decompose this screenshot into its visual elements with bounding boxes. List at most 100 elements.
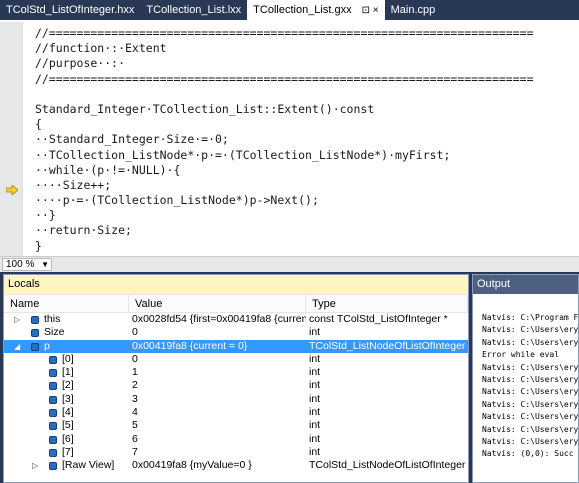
code-line: ··Standard_Integer·Size·=·0; (35, 132, 229, 147)
code-line: ····p·=·(TCollection_ListNode*)p->Next()… (35, 193, 319, 208)
tab-label: Main.cpp (390, 4, 436, 16)
output-line: Natvis: C:\Users\ery (482, 412, 578, 422)
variable-value[interactable]: 2 (129, 379, 306, 392)
variable-type: int (309, 366, 321, 379)
variable-name: Size (44, 326, 65, 339)
locals-name-cell: [7] (4, 446, 129, 459)
variable-value[interactable]: 0x0028fd54 {first=0x00419fa8 {current = … (129, 313, 306, 326)
locals-row[interactable]: [3] 3 int (4, 393, 468, 406)
output-text[interactable]: Natvis: C:\Program F Natvis: C:\Users\ery… (473, 294, 578, 461)
variable-value[interactable]: 0x00419fa8 {myValue=0 } (129, 459, 306, 472)
locals-name-cell: [4] (4, 406, 129, 419)
collapse-icon[interactable]: ◢ (14, 340, 20, 353)
locals-row[interactable]: ◢ p 0x00419fa8 {current = 0} TColStd_ListNo… (4, 339, 468, 353)
variable-icon (49, 462, 57, 471)
output-title: Output (473, 275, 578, 294)
tab-tcolstd-listofinteger-hxx[interactable]: TColStd_ListOfInteger.hxx (0, 0, 140, 20)
variable-value[interactable]: 0 (129, 353, 306, 366)
variable-icon (31, 329, 39, 338)
variable-type: int (309, 445, 321, 458)
code-editor[interactable]: //======================================… (0, 20, 579, 256)
output-line: Natvis: C:\Users\ery (482, 436, 578, 446)
variable-name: [5] (62, 419, 74, 432)
tab-label: TCollection_List.lxx (146, 4, 242, 16)
editor-status-bar: 100 % ▼ (0, 256, 579, 272)
variable-icon (49, 422, 57, 431)
tab-main-cpp[interactable]: Main.cpp (385, 0, 442, 20)
output-line: Natvis: C:\Users\ery (482, 325, 578, 335)
variable-icon (31, 316, 39, 324)
variable-type: int (309, 392, 321, 405)
variable-icon (49, 369, 57, 378)
variable-name: this (44, 313, 61, 325)
locals-row[interactable]: [2] 2 int (4, 379, 468, 392)
pin-close-icon[interactable]: ⊡ × (362, 5, 379, 16)
outline-margin (22, 22, 27, 256)
variable-value[interactable]: 0 (129, 326, 306, 339)
locals-row[interactable]: [5] 5 int (4, 419, 468, 432)
variable-icon (49, 448, 57, 457)
expand-icon[interactable]: ▷ (32, 459, 38, 472)
code-line: //function·:·Extent (35, 41, 167, 56)
locals-row[interactable]: [6] 6 int (4, 433, 468, 446)
tab-tcollection-list-gxx[interactable]: TCollection_List.gxx ⊡ × (247, 0, 385, 20)
code-line: } (35, 238, 42, 253)
tab-tcollection-list-lxx[interactable]: TCollection_List.lxx (140, 0, 247, 20)
locals-name-cell: [5] (4, 419, 129, 432)
variable-name: p (44, 339, 50, 352)
code-line: //======================================… (35, 71, 534, 86)
code-line: ··return·Size; (35, 223, 132, 238)
document-tab-strip: TColStd_ListOfInteger.hxx TCollection_Li… (0, 0, 579, 20)
variable-name: [4] (62, 406, 74, 419)
variable-name: [3] (62, 392, 74, 405)
locals-column-headers: Name Value Type (4, 294, 468, 313)
expand-icon[interactable]: ▷ (14, 313, 20, 326)
variable-name: [7] (62, 445, 74, 458)
variable-value[interactable]: 7 (129, 446, 306, 459)
variable-value[interactable]: 1 (129, 366, 306, 379)
indicator-margin[interactable] (0, 22, 22, 256)
tab-label: TColStd_ListOfInteger.hxx (6, 4, 135, 16)
locals-name-cell: ▷ [Raw View] (4, 459, 129, 472)
variable-value[interactable]: 4 (129, 406, 306, 419)
locals-row[interactable]: ▷ this 0x0028fd54 {first=0x00419fa8 {curre… (4, 313, 468, 326)
variable-value[interactable]: 6 (129, 433, 306, 446)
zoom-select[interactable]: 100 % ▼ (2, 258, 52, 271)
chevron-down-icon: ▼ (41, 260, 49, 269)
tab-label: TCollection_List.gxx (253, 4, 352, 16)
variable-icon (49, 409, 57, 418)
locals-name-cell: [1] (4, 366, 129, 379)
output-line: Natvis: C:\Users\ery (482, 337, 578, 347)
locals-row[interactable]: [4] 4 int (4, 406, 468, 419)
variable-icon (49, 395, 57, 404)
locals-title: Locals (4, 275, 468, 294)
locals-row[interactable]: [1] 1 int (4, 366, 468, 379)
locals-name-cell: [0] (4, 353, 129, 366)
variable-type: int (309, 419, 321, 432)
variable-type: TColStd_ListNodeOfListOfInteger * (309, 339, 468, 352)
column-type[interactable]: Type (306, 295, 468, 312)
variable-name: [2] (62, 379, 74, 392)
variable-value[interactable]: 5 (129, 419, 306, 432)
column-name[interactable]: Name (4, 295, 129, 312)
variable-type: TColStd_ListNodeOfListOfInteger * (309, 459, 468, 472)
locals-row[interactable]: ▷ [Raw View] 0x00419fa8 {myValue=0 } TColSt… (4, 459, 468, 472)
variable-value[interactable]: 0x00419fa8 {current = 0} (129, 340, 306, 353)
output-line: Natvis: C:\Users\ery (482, 424, 578, 434)
locals-rows: ▷ this 0x0028fd54 {first=0x00419fa8 {curre… (4, 313, 468, 473)
output-line: Natvis: C:\Users\ery (482, 399, 578, 409)
horizontal-scrollbar[interactable] (57, 260, 575, 269)
locals-row[interactable]: [0] 0 int (4, 353, 468, 366)
locals-row[interactable]: Size 0 int (4, 326, 468, 339)
variable-name: [1] (62, 366, 74, 379)
column-value[interactable]: Value (129, 295, 306, 312)
variable-value[interactable]: 3 (129, 393, 306, 406)
locals-window: Locals Name Value Type ▷ this 0x0028fd54 {… (3, 274, 469, 483)
code-line: ··TCollection_ListNode*·p·=·(TCollection… (35, 147, 451, 162)
code-line: ··while·(p·!=·NULL)·{ (35, 162, 181, 177)
locals-row[interactable]: [7] 7 int (4, 446, 468, 459)
variable-type: int (309, 352, 321, 365)
code-text[interactable]: //======================================… (35, 26, 534, 254)
variable-name: [6] (62, 432, 74, 445)
